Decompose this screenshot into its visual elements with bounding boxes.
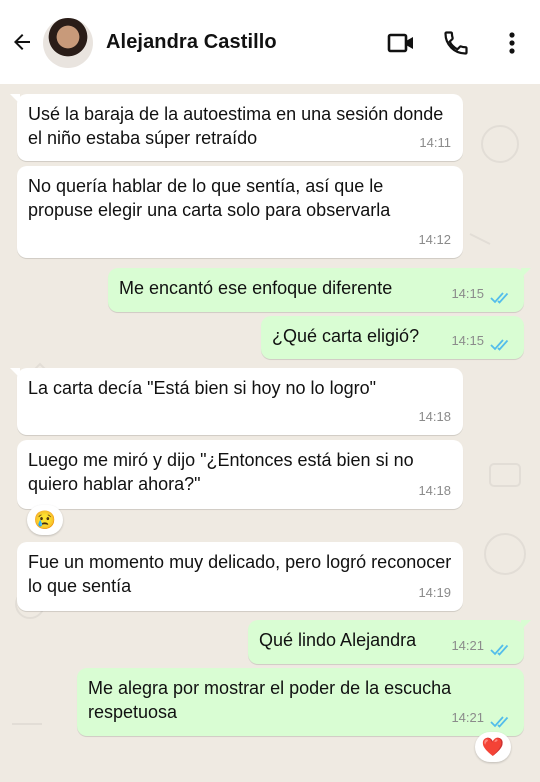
message-text: La carta decía "Está bien si hoy no lo l… [28, 378, 376, 398]
message-text: Fue un momento muy delicado, pero logró … [28, 552, 452, 596]
chat-area[interactable]: Usé la baraja de la autoestima en una se… [0, 84, 540, 782]
double-check-icon [490, 716, 509, 728]
message-bubble-incoming[interactable]: Luego me miró y dijo "¿Entonces está bie… [17, 440, 463, 509]
message-bubble-outgoing[interactable]: ¿Qué carta eligió? 14:15 [261, 316, 524, 359]
message-time: 14:15 [451, 286, 484, 301]
message-time: 14:21 [451, 710, 484, 725]
message-text: No quería hablar de lo que sentía, así q… [28, 176, 391, 220]
message-bubble-outgoing[interactable]: Me encantó ese enfoque diferente 14:15 [108, 268, 531, 312]
arrow-left-icon[interactable] [10, 30, 34, 54]
more-vertical-icon[interactable] [498, 29, 526, 57]
message-text: Luego me miró y dijo "¿Entonces está bie… [28, 450, 414, 494]
double-check-icon [490, 339, 509, 351]
message-bubble-incoming[interactable]: La carta decía "Está bien si hoy no lo l… [10, 368, 463, 435]
message-bubble-outgoing[interactable]: Qué lindo Alejandra 14:21 [248, 620, 531, 664]
message-time: 14:18 [418, 409, 451, 424]
message-text: Usé la baraja de la autoestima en una se… [28, 104, 444, 148]
contact-name[interactable]: Alejandra Castillo [106, 31, 277, 54]
message-time: 14:21 [451, 638, 484, 653]
reaction-heart[interactable]: ❤️ [475, 732, 511, 762]
message-time: 14:11 [419, 135, 451, 150]
message-text: Me alegra por mostrar el poder de la esc… [88, 678, 452, 722]
message-bubble-incoming[interactable]: Usé la baraja de la autoestima en una se… [10, 94, 463, 161]
message-bubble-outgoing[interactable]: Me alegra por mostrar el poder de la esc… [77, 668, 524, 736]
message-time: 14:12 [418, 232, 451, 247]
message-time: 14:19 [418, 585, 451, 600]
double-check-icon [490, 292, 509, 304]
message-bubble-incoming[interactable]: Fue un momento muy delicado, pero logró … [17, 542, 463, 611]
message-time: 14:15 [451, 333, 484, 348]
phone-icon[interactable] [442, 29, 470, 57]
video-call-icon[interactable] [387, 29, 415, 57]
double-check-icon [490, 644, 509, 656]
avatar[interactable] [43, 18, 93, 68]
message-time: 14:18 [418, 483, 451, 498]
chat-header: Alejandra Castillo [0, 0, 540, 84]
message-bubble-incoming[interactable]: No quería hablar de lo que sentía, así q… [17, 166, 463, 258]
reaction-crying-face[interactable]: 😢 [27, 505, 63, 535]
